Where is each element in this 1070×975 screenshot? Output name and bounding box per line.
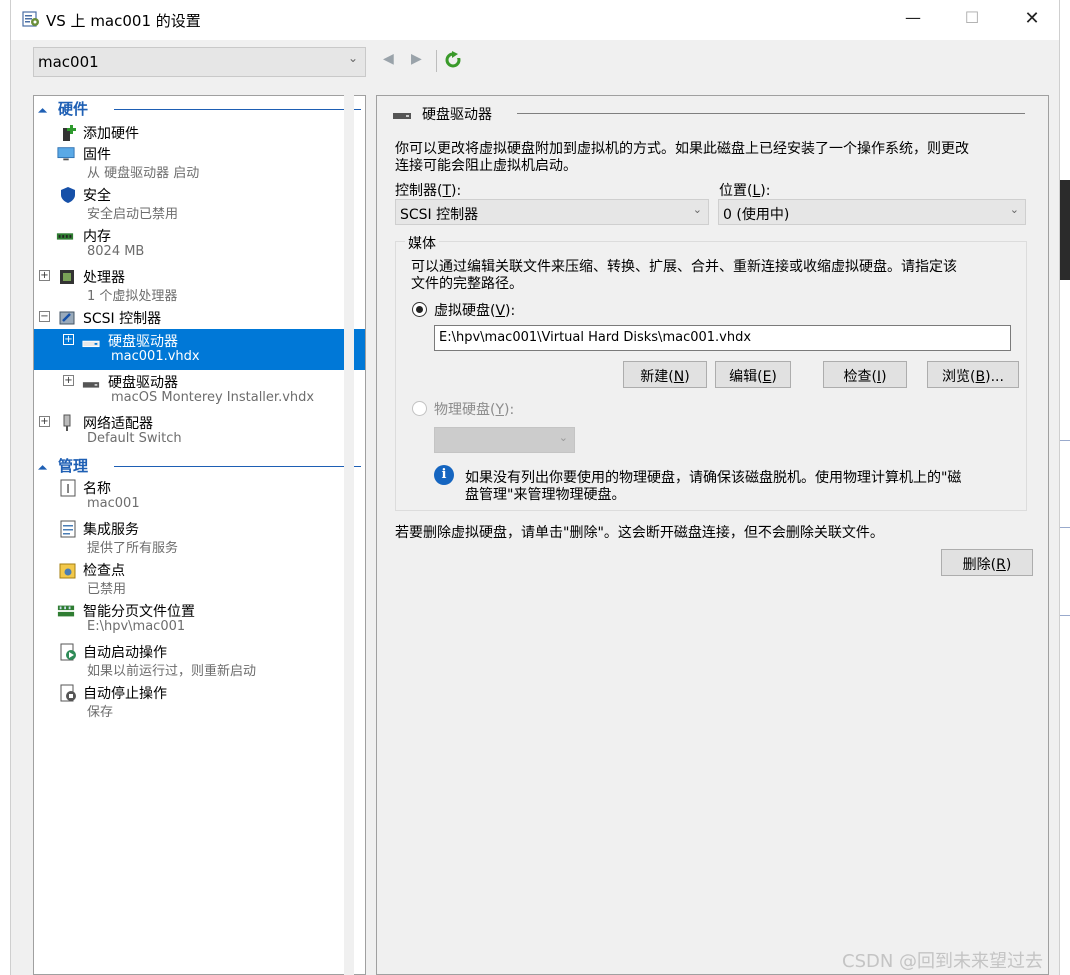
vhd-path-input[interactable]: E:\hpv\mac001\Virtual Hard Disks\mac001.… <box>434 325 1011 351</box>
collapse-icon: ⏶ <box>38 104 47 117</box>
hardware-section-header[interactable]: ⏶ 硬件 <box>38 98 88 119</box>
chevron-down-icon: ⌄ <box>1009 203 1019 216</box>
vhd-radio[interactable] <box>412 302 427 317</box>
inspect-button[interactable]: 检查(I) <box>823 361 907 388</box>
vm-select-dropdown[interactable]: mac001 ⌄ <box>33 47 366 77</box>
vm-select-value: mac001 <box>38 53 99 71</box>
name-icon: I <box>60 479 76 497</box>
info-text-line2: 盘管理"来管理物理硬盘。 <box>465 487 626 503</box>
controller-label: 控制器(T): <box>395 183 462 199</box>
tree-item-security[interactable]: 安全 安全启动已禁用 <box>34 183 365 224</box>
scsi-controller-icon <box>59 311 75 325</box>
settings-app-icon <box>22 11 39 27</box>
minimize-button[interactable]: — <box>899 8 927 32</box>
physical-disk-label: 物理硬盘(Y): <box>434 402 515 418</box>
tree-item-auto-start-action[interactable]: 自动启动操作 如果以前运行过，则重新启动 <box>34 640 365 681</box>
media-group-title: 媒体 <box>405 233 439 253</box>
tree-item-smart-paging-location[interactable]: 智能分页文件位置 E:\hpv\mac001 <box>34 599 365 640</box>
tree-item-name[interactable]: I 名称 mac001 <box>34 476 365 517</box>
expand-icon[interactable]: + <box>63 375 74 386</box>
vhd-radio-label: 虚拟硬盘(V): <box>434 303 516 319</box>
info-icon: i <box>434 465 454 485</box>
watermark: CSDN @回到未来望过去 <box>842 951 1044 972</box>
remove-instructions: 若要删除虚拟硬盘，请单击"删除"。这会断开磁盘连接，但不会删除关联文件。 <box>395 525 884 541</box>
close-button[interactable]: ✕ <box>1018 8 1046 32</box>
tree-item-network-adapter[interactable]: + 网络适配器 Default Switch <box>34 411 365 452</box>
browse-button[interactable]: 浏览(B)... <box>927 361 1019 388</box>
network-adapter-icon <box>63 414 71 431</box>
tree-item-scsi-controller[interactable]: − SCSI 控制器 <box>34 306 365 328</box>
tree-item-integration-services[interactable]: 集成服务 提供了所有服务 <box>34 517 365 558</box>
auto-start-icon <box>60 643 76 661</box>
tree-item-checkpoints[interactable]: 检查点 已禁用 <box>34 558 365 599</box>
tree-item-auto-stop-action[interactable]: 自动停止操作 保存 <box>34 681 365 722</box>
chevron-down-icon: ⌄ <box>347 51 358 65</box>
forward-arrow-icon[interactable]: ▶ <box>411 51 422 67</box>
remove-button[interactable]: 删除(R) <box>941 549 1033 576</box>
background-window-line <box>1060 440 1070 441</box>
chevron-down-icon: ⌄ <box>558 431 568 444</box>
location-dropdown[interactable]: 0 (使用中) ⌄ <box>718 199 1026 225</box>
expand-icon[interactable]: + <box>39 270 50 281</box>
memory-icon <box>56 233 74 240</box>
physical-disk-dropdown[interactable]: ⌄ <box>434 427 575 453</box>
expand-icon[interactable]: + <box>63 334 74 345</box>
background-window-edge <box>1060 180 1070 280</box>
settings-tree: ⏶ 硬件 添加硬件 固件 从 硬盘驱动器 启动 安全 安全启动已禁用 内存 80… <box>33 95 366 975</box>
intro-text-line2: 连接可能会阻止虚拟机启动。 <box>395 158 577 174</box>
tree-scrollbar[interactable] <box>344 95 354 975</box>
tree-item-processor[interactable]: + 处理器 1 个虚拟处理器 <box>34 265 365 306</box>
edit-button[interactable]: 编辑(E) <box>715 361 791 388</box>
management-section-header[interactable]: ⏶ 管理 <box>38 455 88 476</box>
new-button[interactable]: 新建(N) <box>623 361 707 388</box>
checkpoint-icon <box>59 563 76 579</box>
location-label: 位置(L): <box>719 183 771 199</box>
add-hardware-icon <box>63 125 76 141</box>
media-text-line2: 文件的完整路径。 <box>411 276 523 292</box>
auto-stop-icon <box>60 684 76 702</box>
refresh-icon[interactable] <box>444 50 462 68</box>
shield-icon <box>61 187 75 203</box>
svg-text:I: I <box>66 482 70 496</box>
tree-item-firmware[interactable]: 固件 从 硬盘驱动器 启动 <box>34 142 365 183</box>
chevron-down-icon: ⌄ <box>692 203 702 216</box>
smart-paging-icon <box>57 605 75 617</box>
hard-drive-icon <box>393 113 411 119</box>
tree-item-hard-drive-1[interactable]: + 硬盘驱动器 mac001.vhdx <box>34 329 365 370</box>
tree-item-memory[interactable]: 内存 8024 MB <box>34 224 365 265</box>
integration-services-icon <box>60 520 76 538</box>
hard-drive-icon <box>82 382 100 388</box>
hard-drive-settings-panel: 硬盘驱动器 你可以更改将虚拟硬盘附加到虚拟机的方式。如果此磁盘上已经安装了一个操… <box>376 95 1049 975</box>
processor-icon <box>60 270 74 284</box>
hard-drive-icon <box>82 340 100 348</box>
tree-item-hard-drive-2[interactable]: + 硬盘驱动器 macOS Monterey Installer.vhdx <box>34 370 365 411</box>
toolbar-separator <box>436 50 437 72</box>
section-divider <box>114 466 361 467</box>
monitor-icon <box>57 147 75 161</box>
controller-value: SCSI 控制器 <box>400 207 479 223</box>
collapse-icon: ⏶ <box>38 461 47 474</box>
window-title: VS 上 mac001 的设置 <box>46 12 201 30</box>
section-divider <box>114 109 361 110</box>
settings-window: VS 上 mac001 的设置 — ☐ ✕ mac001 ⌄ ◀ ▶ ⏶ 硬件 添… <box>10 0 1060 975</box>
title-bar: VS 上 mac001 的设置 — ☐ ✕ <box>11 0 1059 40</box>
controller-dropdown[interactable]: SCSI 控制器 ⌄ <box>395 199 709 225</box>
physical-disk-radio[interactable] <box>412 401 427 416</box>
group-divider <box>517 113 1025 114</box>
background-window-line <box>1060 615 1070 616</box>
background-window-line <box>1060 527 1070 528</box>
expand-icon[interactable]: + <box>39 416 50 427</box>
collapse-tree-icon[interactable]: − <box>39 311 50 322</box>
back-arrow-icon[interactable]: ◀ <box>383 51 394 67</box>
location-value: 0 (使用中) <box>723 207 790 223</box>
maximize-button[interactable]: ☐ <box>958 8 986 32</box>
group-title: 硬盘驱动器 <box>422 107 492 123</box>
